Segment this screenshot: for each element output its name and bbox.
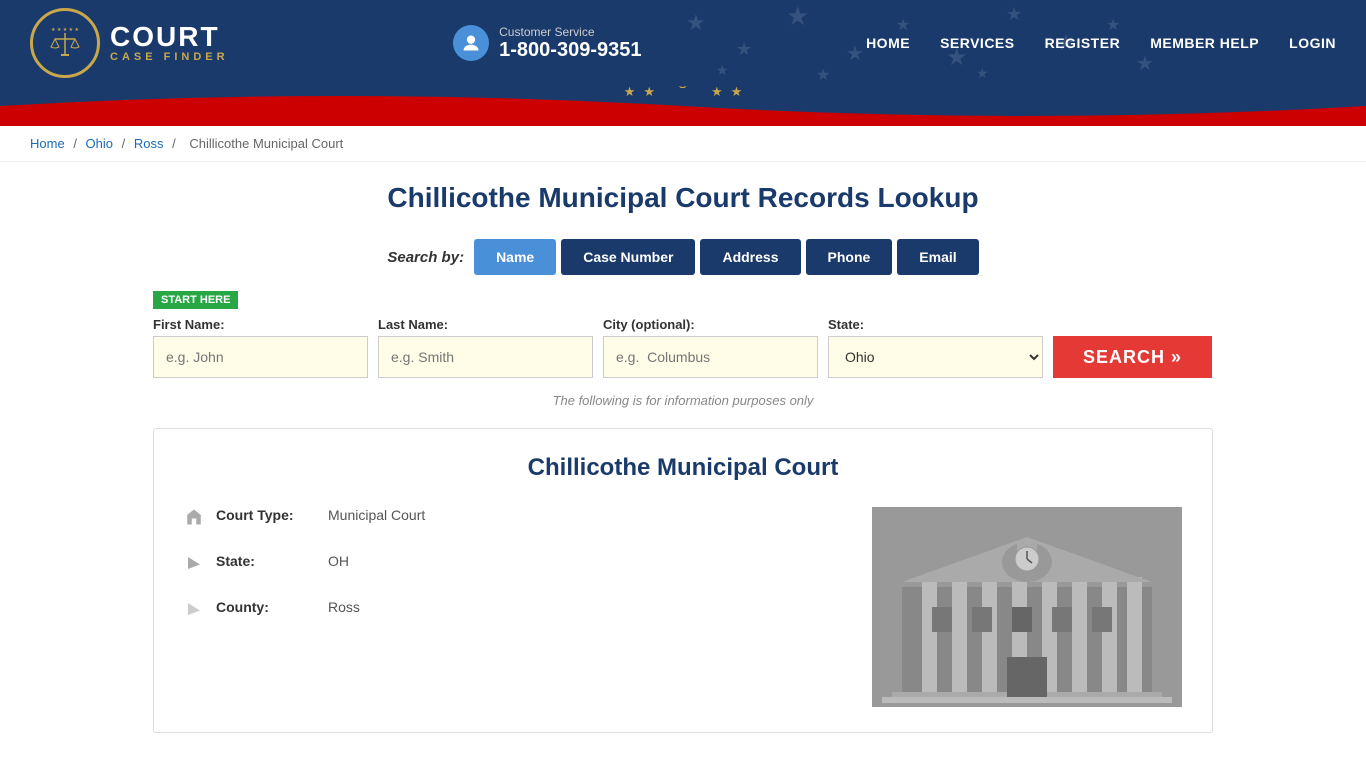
site-header: ★ ★ ★ ★ ★ ★ ★ ★ ★ ★ ★ ★ ★: [0, 0, 1366, 126]
last-name-group: Last Name:: [378, 317, 593, 378]
logo[interactable]: ★ ★ ★ ★ ★ COURT CASE FINDER: [30, 8, 229, 78]
breadcrumb-current: Chillicothe Municipal Court: [189, 136, 343, 151]
tab-phone[interactable]: Phone: [806, 239, 893, 275]
breadcrumb-home[interactable]: Home: [30, 136, 65, 151]
info-note: The following is for information purpose…: [153, 393, 1213, 408]
search-by-label: Search by:: [387, 249, 464, 266]
breadcrumb-sep-2: /: [122, 136, 129, 151]
breadcrumb-ohio[interactable]: Ohio: [86, 136, 113, 151]
state-group: State: AlabamaAlaskaArizonaArkansasCalif…: [828, 317, 1043, 378]
svg-text:★: ★: [896, 17, 910, 34]
star-right-1: ★: [711, 84, 723, 100]
county-row: County: Ross: [184, 599, 842, 623]
breadcrumb-sep-1: /: [73, 136, 80, 151]
tab-address[interactable]: Address: [700, 239, 800, 275]
svg-text:★: ★: [786, 1, 809, 31]
svg-text:★: ★: [686, 10, 706, 35]
nav-register[interactable]: REGISTER: [1045, 35, 1121, 51]
state-icon: [184, 554, 204, 577]
breadcrumb-sep-3: /: [172, 136, 179, 151]
first-name-label: First Name:: [153, 317, 368, 332]
logo-emblem: ★ ★ ★ ★ ★: [30, 8, 100, 78]
svg-text:★: ★: [1106, 17, 1120, 34]
state-label-detail: State:: [216, 553, 316, 569]
last-name-input[interactable]: [378, 336, 593, 378]
court-building-image: [872, 507, 1182, 707]
search-form-area: START HERE First Name: Last Name: City (…: [153, 290, 1213, 378]
customer-service: Customer Service 1-800-309-9351: [453, 25, 641, 62]
court-card-title: Chillicothe Municipal Court: [184, 454, 1182, 482]
breadcrumb: Home / Ohio / Ross / Chillicothe Municip…: [0, 126, 1366, 162]
state-label: State:: [828, 317, 1043, 332]
star-right-2: ★: [731, 84, 743, 100]
breadcrumb-ross[interactable]: Ross: [134, 136, 164, 151]
nav-member-help[interactable]: MEMBER HELP: [1150, 35, 1259, 51]
tab-name[interactable]: Name: [474, 239, 556, 275]
last-name-label: Last Name:: [378, 317, 593, 332]
star-left-1: ★: [624, 84, 636, 100]
city-input[interactable]: [603, 336, 818, 378]
county-label: County:: [216, 599, 316, 615]
city-label: City (optional):: [603, 317, 818, 332]
court-card: Chillicothe Municipal Court Court Type: …: [153, 428, 1213, 733]
search-button[interactable]: SEARCH »: [1053, 336, 1212, 378]
page-title: Chillicothe Municipal Court Records Look…: [153, 182, 1213, 214]
svg-text:★: ★: [1006, 4, 1022, 24]
court-type-row: Court Type: Municipal Court: [184, 507, 842, 531]
first-name-input[interactable]: [153, 336, 368, 378]
star-left-2: ★: [643, 84, 655, 100]
court-type-value: Municipal Court: [328, 507, 425, 523]
county-icon: [184, 600, 204, 623]
nav-home[interactable]: HOME: [866, 35, 910, 51]
tab-case-number[interactable]: Case Number: [561, 239, 695, 275]
svg-text:★: ★: [716, 62, 729, 78]
city-group: City (optional):: [603, 317, 818, 378]
search-form-row: First Name: Last Name: City (optional): …: [153, 317, 1213, 378]
tab-email[interactable]: Email: [897, 239, 978, 275]
state-row: State: OH: [184, 553, 842, 577]
building-icon: [184, 508, 204, 531]
state-select[interactable]: AlabamaAlaskaArizonaArkansasCaliforniaCo…: [828, 336, 1043, 378]
main-nav: HOME SERVICES REGISTER MEMBER HELP LOGIN: [866, 35, 1336, 51]
svg-text:★: ★: [736, 39, 752, 59]
phone-icon: [453, 25, 489, 61]
nav-services[interactable]: SERVICES: [940, 35, 1015, 51]
svg-text:★: ★: [846, 43, 864, 65]
main-content: Chillicothe Municipal Court Records Look…: [133, 162, 1233, 753]
state-value: OH: [328, 553, 349, 569]
svg-text:★: ★: [816, 67, 830, 84]
county-value: Ross: [328, 599, 360, 615]
svg-text:★: ★: [976, 65, 989, 81]
nav-login[interactable]: LOGIN: [1289, 35, 1336, 51]
logo-text: COURT CASE FINDER: [110, 23, 229, 63]
search-by-row: Search by: Name Case Number Address Phon…: [153, 239, 1213, 275]
start-here-badge: START HERE: [153, 291, 238, 309]
svg-text:★ ★ ★ ★ ★: ★ ★ ★ ★ ★: [51, 27, 79, 33]
svg-text:★: ★: [1136, 53, 1154, 75]
eagle-icon: [663, 78, 703, 106]
first-name-group: First Name:: [153, 317, 368, 378]
court-details: Court Type: Municipal Court State: OH: [184, 507, 842, 707]
court-info-layout: Court Type: Municipal Court State: OH: [184, 507, 1182, 707]
court-type-label: Court Type:: [216, 507, 316, 523]
